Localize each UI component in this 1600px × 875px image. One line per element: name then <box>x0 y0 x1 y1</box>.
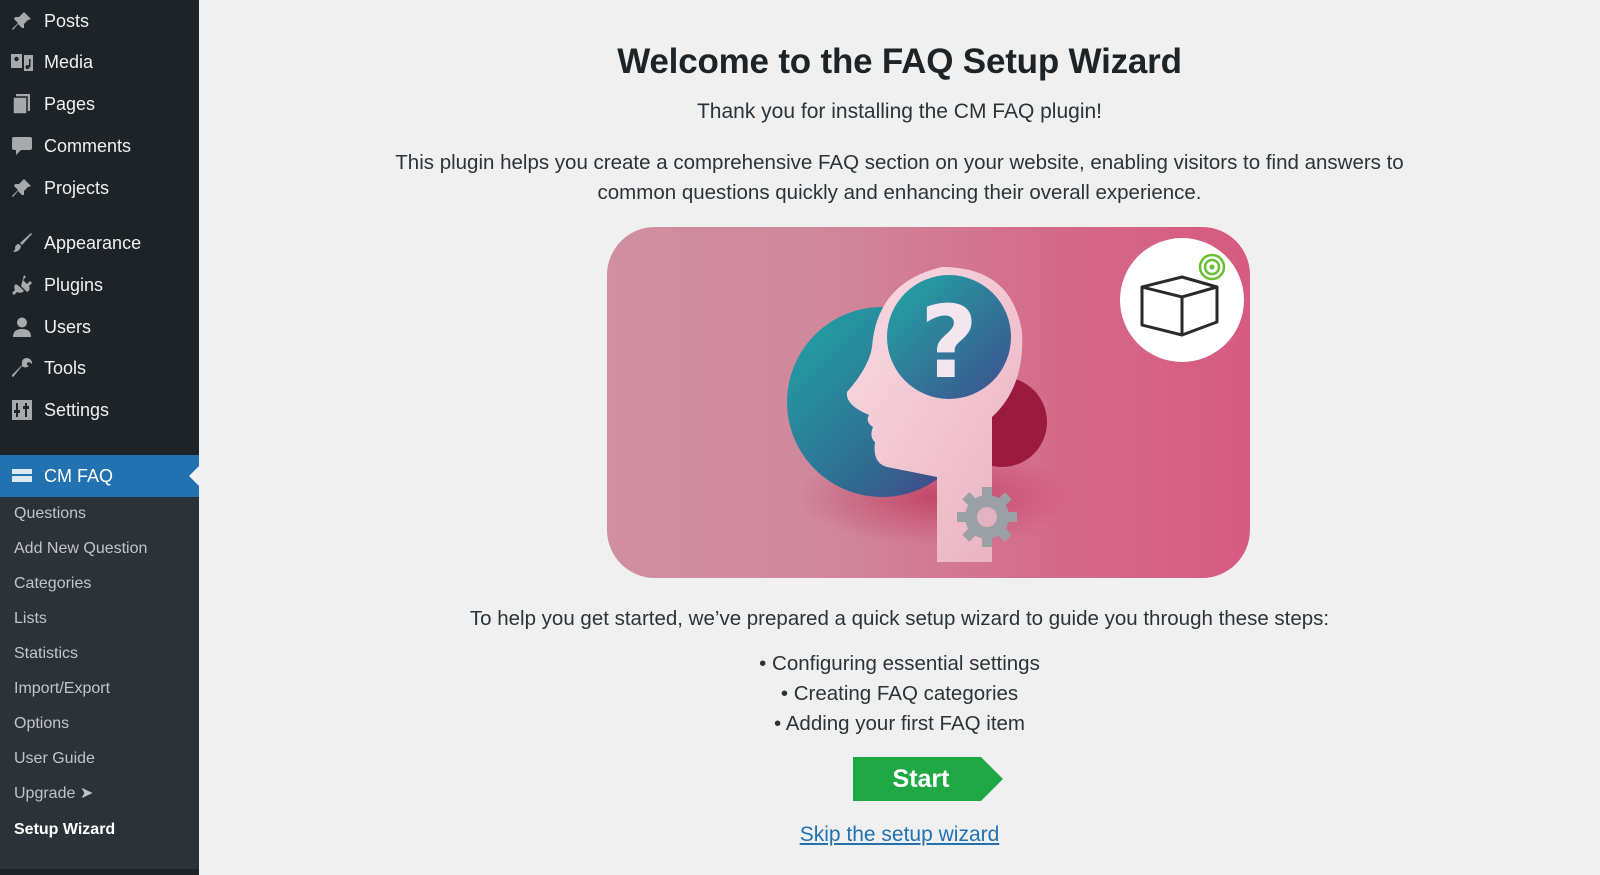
skip-container: Skip the setup wizard <box>199 823 1600 847</box>
menu-item-tools[interactable]: Tools <box>0 347 199 389</box>
hero-illustration: ? <box>607 227 1250 578</box>
active-indicator <box>189 466 199 486</box>
menu-label: Pages <box>44 93 96 114</box>
menu-label: Posts <box>44 10 90 31</box>
menu-label: Appearance <box>44 232 142 253</box>
paintbrush-icon <box>10 232 34 254</box>
menu-label: Comments <box>44 135 132 156</box>
step-item: • Creating FAQ categories <box>780 682 1019 705</box>
menu-item-users[interactable]: Users <box>0 306 199 348</box>
comment-icon <box>10 135 34 157</box>
menu-label: Plugins <box>44 274 104 295</box>
menu-label: Projects <box>44 177 110 198</box>
pages-icon <box>10 93 34 115</box>
faq-icon <box>10 465 34 487</box>
menu-label: Users <box>44 316 92 337</box>
menu-item-posts[interactable]: Posts <box>0 0 199 42</box>
menu-item-settings[interactable]: Settings <box>0 389 199 431</box>
start-button-label: Start <box>892 765 950 793</box>
main-content: Welcome to the FAQ Setup Wizard Thank yo… <box>199 0 1600 875</box>
menu-item-plugins[interactable]: Plugins <box>0 264 199 306</box>
submenu-item-import-export[interactable]: Import/Export <box>14 676 110 702</box>
skip-wizard-link[interactable]: Skip the setup wizard <box>800 823 1000 846</box>
start-button[interactable]: Start <box>853 757 1003 801</box>
submenu: Questions Add New Question Categories Li… <box>0 497 199 869</box>
submenu-item-setup-wizard[interactable]: Setup Wizard <box>14 817 115 843</box>
menu-label: Media <box>44 51 94 72</box>
page-subtitle: Thank you for installing the CM FAQ plug… <box>696 100 1103 123</box>
user-icon <box>10 316 34 338</box>
submenu-item-upgrade[interactable]: Upgrade ➤ <box>14 781 93 807</box>
media-icon <box>10 51 34 73</box>
wrench-icon <box>10 357 34 379</box>
menu-item-cm-faq[interactable]: CM FAQ <box>0 455 199 497</box>
cube-logo-icon <box>1120 238 1244 362</box>
menu-item-comments[interactable]: Comments <box>0 125 199 167</box>
wizard-intro: To help you get started, we’ve prepared … <box>469 607 1330 630</box>
description-line: common questions quickly and enhancing t… <box>597 181 1202 204</box>
submenu-item-questions[interactable]: Questions <box>14 501 86 527</box>
step-item: • Configuring essential settings <box>759 652 1040 675</box>
faq-illustration: ? <box>787 238 1244 562</box>
menu-label: Tools <box>44 357 87 378</box>
submenu-item-lists[interactable]: Lists <box>14 606 47 632</box>
menu-label: Settings <box>44 399 110 420</box>
plug-icon <box>10 274 34 296</box>
admin-sidebar: Posts Media Pages Comments Projects Appe… <box>0 0 199 875</box>
step-item: • Adding your first FAQ item <box>774 712 1025 735</box>
submenu-item-options[interactable]: Options <box>14 711 69 737</box>
description: This plugin helps you create a comprehen… <box>199 148 1600 208</box>
gear-icon <box>957 487 1017 547</box>
submenu-item-add-new-question[interactable]: Add New Question <box>14 536 147 562</box>
submenu-item-statistics[interactable]: Statistics <box>14 641 78 667</box>
pin-icon <box>10 177 34 199</box>
menu-item-appearance[interactable]: Appearance <box>0 222 199 264</box>
description-line: This plugin helps you create a comprehen… <box>395 151 1404 174</box>
menu-item-pages[interactable]: Pages <box>0 83 199 125</box>
menu-label: CM FAQ <box>44 465 114 486</box>
menu-item-media[interactable]: Media <box>0 41 199 83</box>
submenu-item-categories[interactable]: Categories <box>14 571 91 597</box>
page-title: Welcome to the FAQ Setup Wizard <box>617 42 1182 81</box>
svg-text:?: ? <box>920 284 978 401</box>
menu-item-projects[interactable]: Projects <box>0 167 199 209</box>
settings-icon <box>10 399 34 421</box>
pin-icon <box>10 10 34 32</box>
submenu-item-user-guide[interactable]: User Guide <box>14 746 95 772</box>
